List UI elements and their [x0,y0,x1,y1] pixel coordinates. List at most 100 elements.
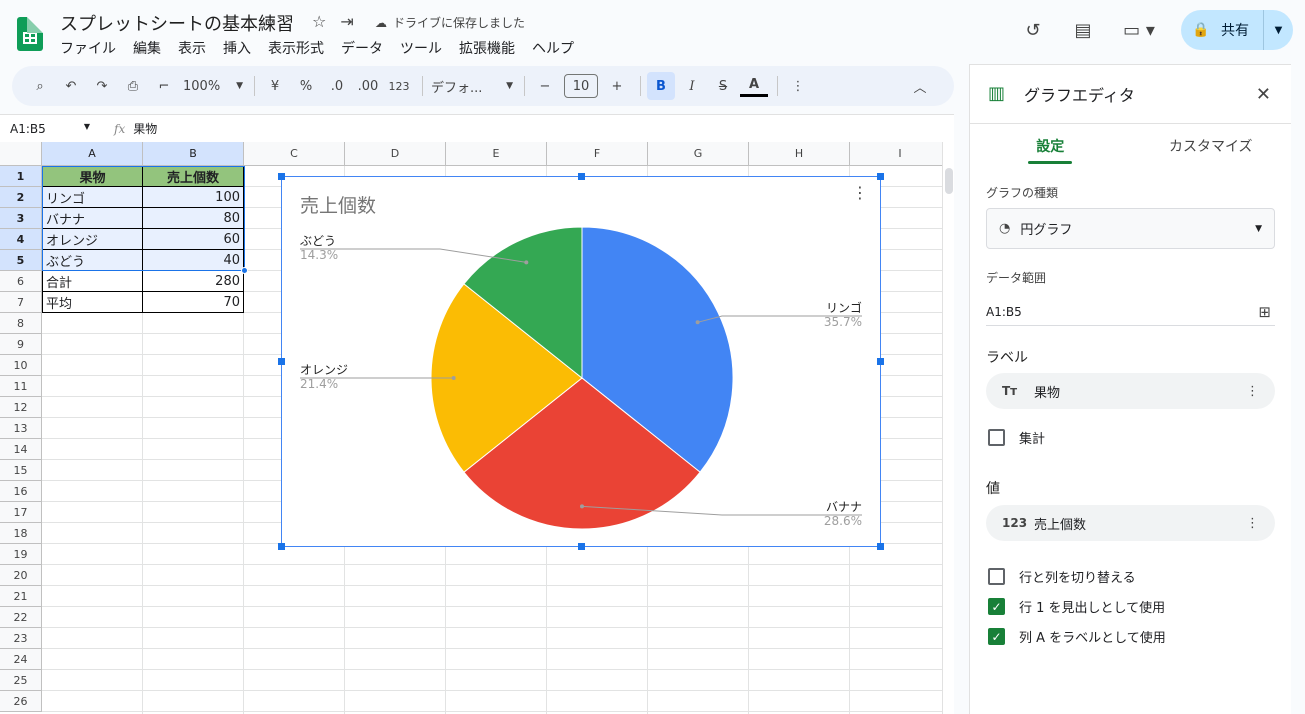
table-cell[interactable]: 合計 [42,271,143,292]
menu-data[interactable]: データ [341,38,392,58]
font-size-increase-button[interactable]: + [603,72,631,100]
row-header[interactable]: 14 [0,439,42,460]
pie-chart[interactable]: 売上個数 ⋮ リンゴ 35.7% バナナ 28.6% オレンジ 21.4% ぶど… [278,173,884,550]
share-dropdown-icon[interactable]: ▼ [1263,10,1293,50]
sheets-logo-icon[interactable] [17,17,43,51]
menu-insert[interactable]: 挿入 [223,38,260,58]
scrollbar-thumb[interactable] [945,168,953,194]
zoom-select[interactable]: 100% ▼ [181,72,245,100]
data-range-field[interactable]: A1:B5 ⊞ [986,298,1275,326]
save-status[interactable]: ☁ ドライブに保存しました [375,14,525,31]
menu-tools[interactable]: ツール [400,38,451,58]
row-header[interactable]: 25 [0,670,42,691]
table-cell[interactable]: ぶどう [42,250,143,271]
paint-format-icon[interactable]: ⌐ [150,72,178,100]
row-header[interactable]: 26 [0,691,42,712]
number-format-button[interactable]: 123 [385,72,413,100]
more-vert-icon[interactable]: ⋮ [1246,384,1259,399]
font-size-decrease-button[interactable]: − [531,72,559,100]
menu-extensions[interactable]: 拡張機能 [459,38,524,58]
switch-rows-columns-checkbox[interactable]: 行と列を切り替える [988,567,1136,586]
row-header[interactable]: 13 [0,418,42,439]
table-cell[interactable]: 70 [143,292,244,313]
checkbox-checked-icon[interactable]: ✓ [988,598,1005,615]
column-header[interactable]: F [547,142,648,166]
table-cell[interactable]: オレンジ [42,229,143,250]
more-options-icon[interactable]: ⋮ [784,72,812,100]
table-cell[interactable]: 80 [143,208,244,229]
table-cell[interactable]: 60 [143,229,244,250]
column-header[interactable]: I [850,142,942,166]
row-header[interactable]: 5 [0,250,42,271]
row-header[interactable]: 19 [0,544,42,565]
fill-handle[interactable] [241,267,248,274]
close-icon[interactable]: ✕ [1256,84,1271,105]
comment-icon[interactable]: ▤ [1063,10,1103,50]
row-header[interactable]: 18 [0,523,42,544]
meet-icon[interactable]: ▭ ▾ [1113,10,1165,50]
share-button[interactable]: 🔒 共有 ▼ [1181,10,1293,50]
formula-input[interactable]: 果物 [133,120,157,137]
tab-customize[interactable]: カスタマイズ [1131,124,1292,167]
percent-format-button[interactable]: % [292,72,320,100]
menu-file[interactable]: ファイル [60,38,125,58]
row-header[interactable]: 20 [0,565,42,586]
table-cell[interactable]: 果物 [42,166,143,187]
table-cell[interactable]: 280 [143,271,244,292]
checkbox-checked-icon[interactable]: ✓ [988,628,1005,645]
row-header[interactable]: 10 [0,355,42,376]
row-header[interactable]: 4 [0,229,42,250]
row-header[interactable]: 9 [0,334,42,355]
label-field-chip[interactable]: Tт 果物 ⋮ [986,373,1275,409]
star-icon[interactable]: ☆ [312,12,326,31]
italic-button[interactable]: I [678,72,706,100]
font-size-field[interactable]: 10 [562,72,600,100]
column-header[interactable]: C [244,142,345,166]
table-cell[interactable]: 平均 [42,292,143,313]
chart-type-select[interactable]: ◔ 円グラフ ▼ [986,208,1275,249]
row-header[interactable]: 6 [0,271,42,292]
select-all-corner[interactable] [0,142,42,166]
grid-select-icon[interactable]: ⊞ [1258,303,1271,321]
column-header[interactable]: G [648,142,749,166]
row-header[interactable]: 12 [0,397,42,418]
table-cell[interactable]: 100 [143,187,244,208]
row-header[interactable]: 3 [0,208,42,229]
currency-format-button[interactable]: ¥ [261,72,289,100]
row-header[interactable]: 11 [0,376,42,397]
font-select[interactable]: デフォ... ▼ [429,72,515,100]
row-header[interactable]: 15 [0,460,42,481]
document-title[interactable]: スプレットシートの基本練習 [60,10,294,36]
menu-help[interactable]: ヘルプ [532,38,583,58]
value-field-chip[interactable]: 123 売上個数 ⋮ [986,505,1275,541]
use-row-header-checkbox[interactable]: ✓ 行 1 を見出しとして使用 [988,597,1165,616]
row-header[interactable]: 21 [0,586,42,607]
search-icon[interactable]: ⌕ [26,72,54,100]
redo-icon[interactable]: ↷ [88,72,116,100]
more-vert-icon[interactable]: ⋮ [1246,516,1259,531]
chart-title[interactable]: 売上個数 [300,191,376,218]
name-box[interactable]: A1:B5 ▼ [0,122,100,136]
column-header[interactable]: H [749,142,850,166]
table-cell[interactable]: バナナ [42,208,143,229]
row-header[interactable]: 7 [0,292,42,313]
checkbox-icon[interactable] [988,568,1005,585]
row-header[interactable]: 1 [0,166,42,187]
table-cell[interactable]: リンゴ [42,187,143,208]
aggregate-checkbox[interactable]: 集計 [988,428,1045,447]
row-header[interactable]: 24 [0,649,42,670]
font-size-value[interactable]: 10 [564,74,598,98]
increase-decimal-button[interactable]: .00 [354,72,382,100]
row-header[interactable]: 16 [0,481,42,502]
history-icon[interactable]: ↺ [1013,10,1053,50]
row-header[interactable]: 8 [0,313,42,334]
use-column-labels-checkbox[interactable]: ✓ 列 A をラベルとして使用 [988,627,1166,646]
undo-icon[interactable]: ↶ [57,72,85,100]
text-color-button[interactable]: A [740,75,768,97]
decrease-decimal-button[interactable]: .0 [323,72,351,100]
more-vert-icon[interactable]: ⋮ [852,183,868,202]
vertical-scrollbar[interactable] [942,142,954,714]
bold-button[interactable]: B [647,72,675,100]
row-header[interactable]: 23 [0,628,42,649]
row-header[interactable]: 22 [0,607,42,628]
